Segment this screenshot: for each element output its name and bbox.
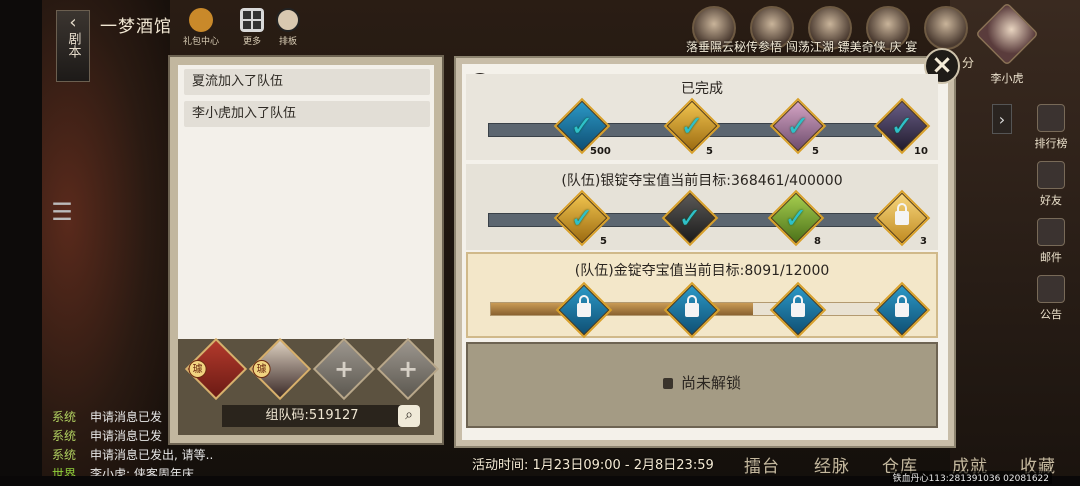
chat-channel: 系统 (52, 448, 77, 462)
player-avatar-card[interactable]: 李小虎 (972, 2, 1042, 92)
side-menu: 排行榜 好友 邮件 公告 (1028, 104, 1074, 332)
menu-icon[interactable]: ☰ (40, 198, 84, 254)
grid-icon (240, 8, 264, 32)
check-icon: ✓ (784, 201, 808, 235)
reward-node[interactable] (663, 281, 721, 339)
team-slot-leader[interactable]: 璩 (184, 337, 248, 401)
chat-text: 申请消息已发出, 请等.. (90, 448, 214, 462)
reward-count: 5 (812, 146, 819, 157)
chat-line: 系统 申请消息已发 (52, 427, 213, 446)
check-icon: ✓ (680, 109, 704, 143)
check-icon: ✓ (570, 109, 594, 143)
lock-icon (791, 303, 805, 317)
script-back-button[interactable]: ‹ 剧本 (56, 10, 90, 82)
player-avatar (975, 2, 1039, 66)
reward-count: 5 (600, 236, 607, 247)
reward-count: 10 (914, 146, 928, 157)
chat-log[interactable]: 系统 申请消息已发 系统 申请消息已发 系统 申请消息已发出, 请等.. 世界 李小虎:… (52, 408, 213, 484)
side-item-mail[interactable]: 邮件 (1028, 218, 1074, 265)
check-icon: ✓ (890, 109, 914, 143)
lock-icon (685, 303, 699, 317)
side-item-ranking[interactable]: 排行榜 (1028, 104, 1074, 151)
ranking-top-button[interactable]: 排板 (276, 8, 300, 47)
chevron-right-icon[interactable]: › (992, 104, 1012, 134)
chat-channel: 系统 (52, 429, 77, 443)
player-name: 李小虎 (990, 72, 1024, 85)
server-info: 铁血丹心113:281391036 02081622 (889, 471, 1052, 484)
ranking-top-label: 排板 (278, 37, 297, 47)
plus-icon: + (333, 355, 355, 383)
team-slot-empty[interactable]: + (376, 337, 440, 401)
team-slot-empty[interactable]: + (312, 337, 376, 401)
reward-node[interactable] (769, 281, 827, 339)
team-message: 夏流加入了队伍 (184, 69, 430, 95)
lock-icon (577, 303, 591, 317)
team-code: 组队码:519127 (222, 405, 402, 427)
chat-text: 申请消息已发 (90, 429, 163, 443)
locked-text: 尚未解锁 (680, 374, 741, 392)
reward-tier-completed: 已完成 ✓ 500 ✓ 5 ✓ 5 ✓ 10 (466, 74, 938, 160)
team-message: 李小虎加入了队伍 (184, 101, 430, 127)
side-item-friends[interactable]: 好友 (1028, 161, 1074, 208)
side-item-label: 排行榜 (1034, 137, 1068, 150)
page-title: 一梦酒馆 (100, 17, 172, 37)
more-label: 更多 (242, 37, 261, 47)
reward-tier-gold: (队伍)金锭夺宝值当前目标:8091/12000 (466, 252, 938, 339)
back-label: 剧本 (65, 32, 81, 58)
gift-icon (189, 8, 213, 32)
lock-icon (895, 303, 909, 317)
reward-node[interactable] (873, 281, 931, 339)
team-slot-member[interactable]: 璩 (248, 337, 312, 401)
reward-count: 3 (920, 236, 927, 247)
chat-text: 申请消息已发 (90, 410, 163, 424)
tier-title: (队伍)银锭夺宝值当前目标:368461/400000 (561, 173, 843, 189)
chat-channel: 系统 (52, 410, 77, 424)
reward-count: 8 (814, 236, 821, 247)
member-badge: 璩 (252, 360, 271, 378)
gift-center-label: 礼包中心 (183, 37, 220, 47)
mail-icon (1037, 218, 1065, 246)
plus-icon: + (397, 355, 419, 383)
ranking-icon (1037, 104, 1065, 132)
gift-center-button[interactable]: 礼包中心 (183, 8, 219, 47)
locked-label: 尚未解锁 (468, 372, 936, 393)
chat-line: 系统 申请消息已发 (52, 408, 213, 427)
chevron-left-icon: ‹ (69, 12, 77, 33)
bottom-tab[interactable]: 擂台 (744, 452, 780, 477)
event-time: 活动时间: 1月23日09:00 - 2月8日23:59 (472, 458, 714, 473)
lock-icon (662, 378, 673, 389)
hero-caption: 落垂隰云秘传参悟 闯荡江湖 镖美奇侠 庆 宴 (686, 40, 918, 54)
leader-badge: 璩 (188, 360, 207, 378)
reward-tier-locked: 尚未解锁 (466, 342, 938, 428)
chat-line: 系统 申请消息已发出, 请等.. (52, 446, 213, 465)
notice-icon (1037, 275, 1065, 303)
bottom-tab[interactable]: 经脉 (814, 452, 850, 477)
friends-icon (1037, 161, 1065, 189)
reward-count: 5 (706, 146, 713, 157)
hero-portrait[interactable] (924, 6, 968, 50)
team-panel: 夏流加入了队伍 李小虎加入了队伍 璩 璩 + + 组队码:519127 ⌕ (168, 55, 444, 445)
side-item-label: 邮件 (1040, 251, 1062, 264)
side-item-notice[interactable]: 公告 (1028, 275, 1074, 322)
screen-edge (0, 0, 42, 486)
side-item-label: 公告 (1040, 308, 1062, 321)
reward-node[interactable] (555, 281, 613, 339)
check-icon: ✓ (678, 201, 702, 235)
reward-count: 500 (590, 146, 611, 157)
check-icon: ✓ (570, 201, 594, 235)
side-item-label: 好友 (1040, 194, 1062, 207)
magnifier-icon[interactable]: ⌕ (398, 405, 420, 427)
tier-title: (队伍)金锭夺宝值当前目标:8091/12000 (574, 263, 830, 279)
ranking-icon (276, 8, 300, 32)
reward-tier-silver: (队伍)银锭夺宝值当前目标:368461/400000 ✓ 5 ✓ ✓ 8 3 (466, 164, 938, 250)
tier-title: 已完成 (681, 81, 723, 97)
check-icon: ✓ (786, 109, 810, 143)
reward-node[interactable]: ✓ (661, 189, 719, 247)
team-slots: 璩 璩 + + 组队码:519127 ⌕ (178, 337, 440, 435)
more-button[interactable]: 更多 (240, 8, 264, 47)
lock-icon (895, 211, 909, 225)
